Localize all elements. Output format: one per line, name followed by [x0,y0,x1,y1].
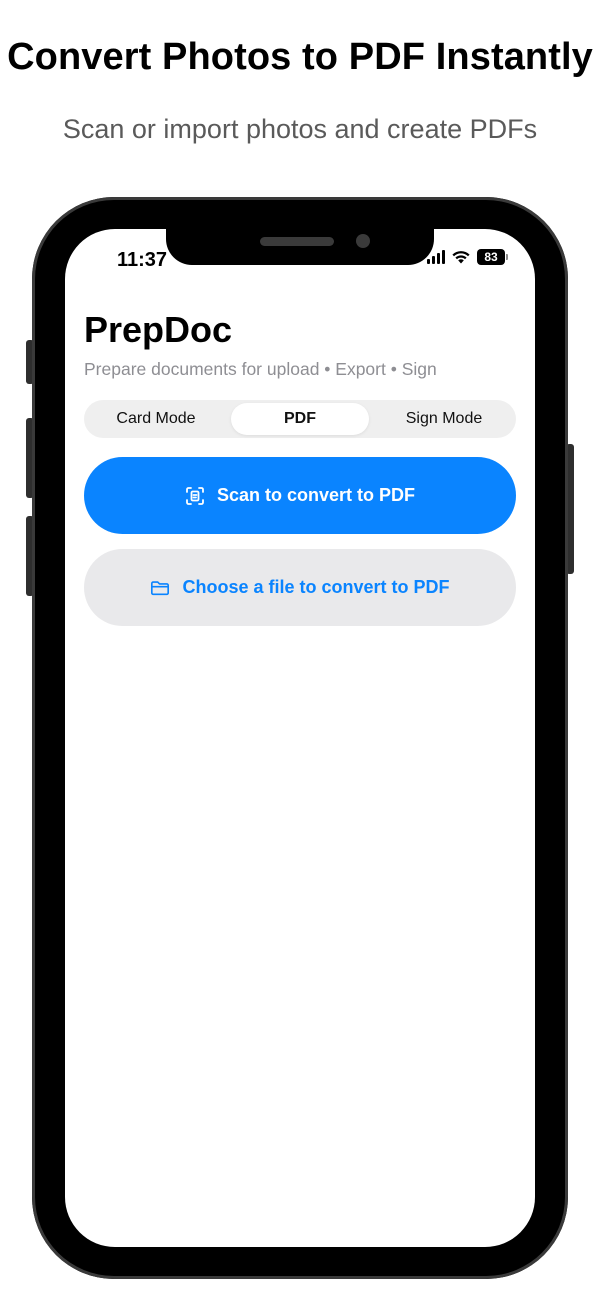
choose-file-button[interactable]: Choose a file to convert to PDF [84,549,516,626]
phone-notch [166,229,434,265]
phone-frame: 11:37 83 PrepDoc Prepare documents for u… [32,197,568,1279]
app-subtitle: Prepare documents for upload • Export • … [84,359,437,379]
folder-icon [150,578,170,598]
speaker-grille [260,237,334,246]
status-indicators: 83 [427,249,508,265]
front-camera [356,234,370,248]
promo-subline: Scan or import photos and create PDFs [62,114,538,144]
phone-screen: 11:37 83 PrepDoc Prepare documents for u… [65,229,535,1247]
signal-icon [427,250,445,264]
segment-pdf[interactable]: PDF [231,403,369,435]
page: Convert Photos to PDF Instantly Scan or … [0,0,600,1299]
mode-segmented-control: Card Mode PDF Sign Mode [84,400,516,438]
scan-to-pdf-label: Scan to convert to PDF [216,485,416,505]
promo-headline: Convert Photos to PDF Instantly [7,36,593,78]
status-time: 11:37 [117,249,168,271]
battery-icon: 83 [477,249,508,265]
choose-file-label: Choose a file to convert to PDF [182,577,450,597]
wifi-icon [451,250,471,265]
document-scanner-icon [185,486,205,506]
app-title: PrepDoc [84,309,233,350]
segment-sign-mode[interactable]: Sign Mode [375,403,513,435]
segment-card-mode[interactable]: Card Mode [87,403,225,435]
scan-to-pdf-button[interactable]: Scan to convert to PDF [84,457,516,534]
